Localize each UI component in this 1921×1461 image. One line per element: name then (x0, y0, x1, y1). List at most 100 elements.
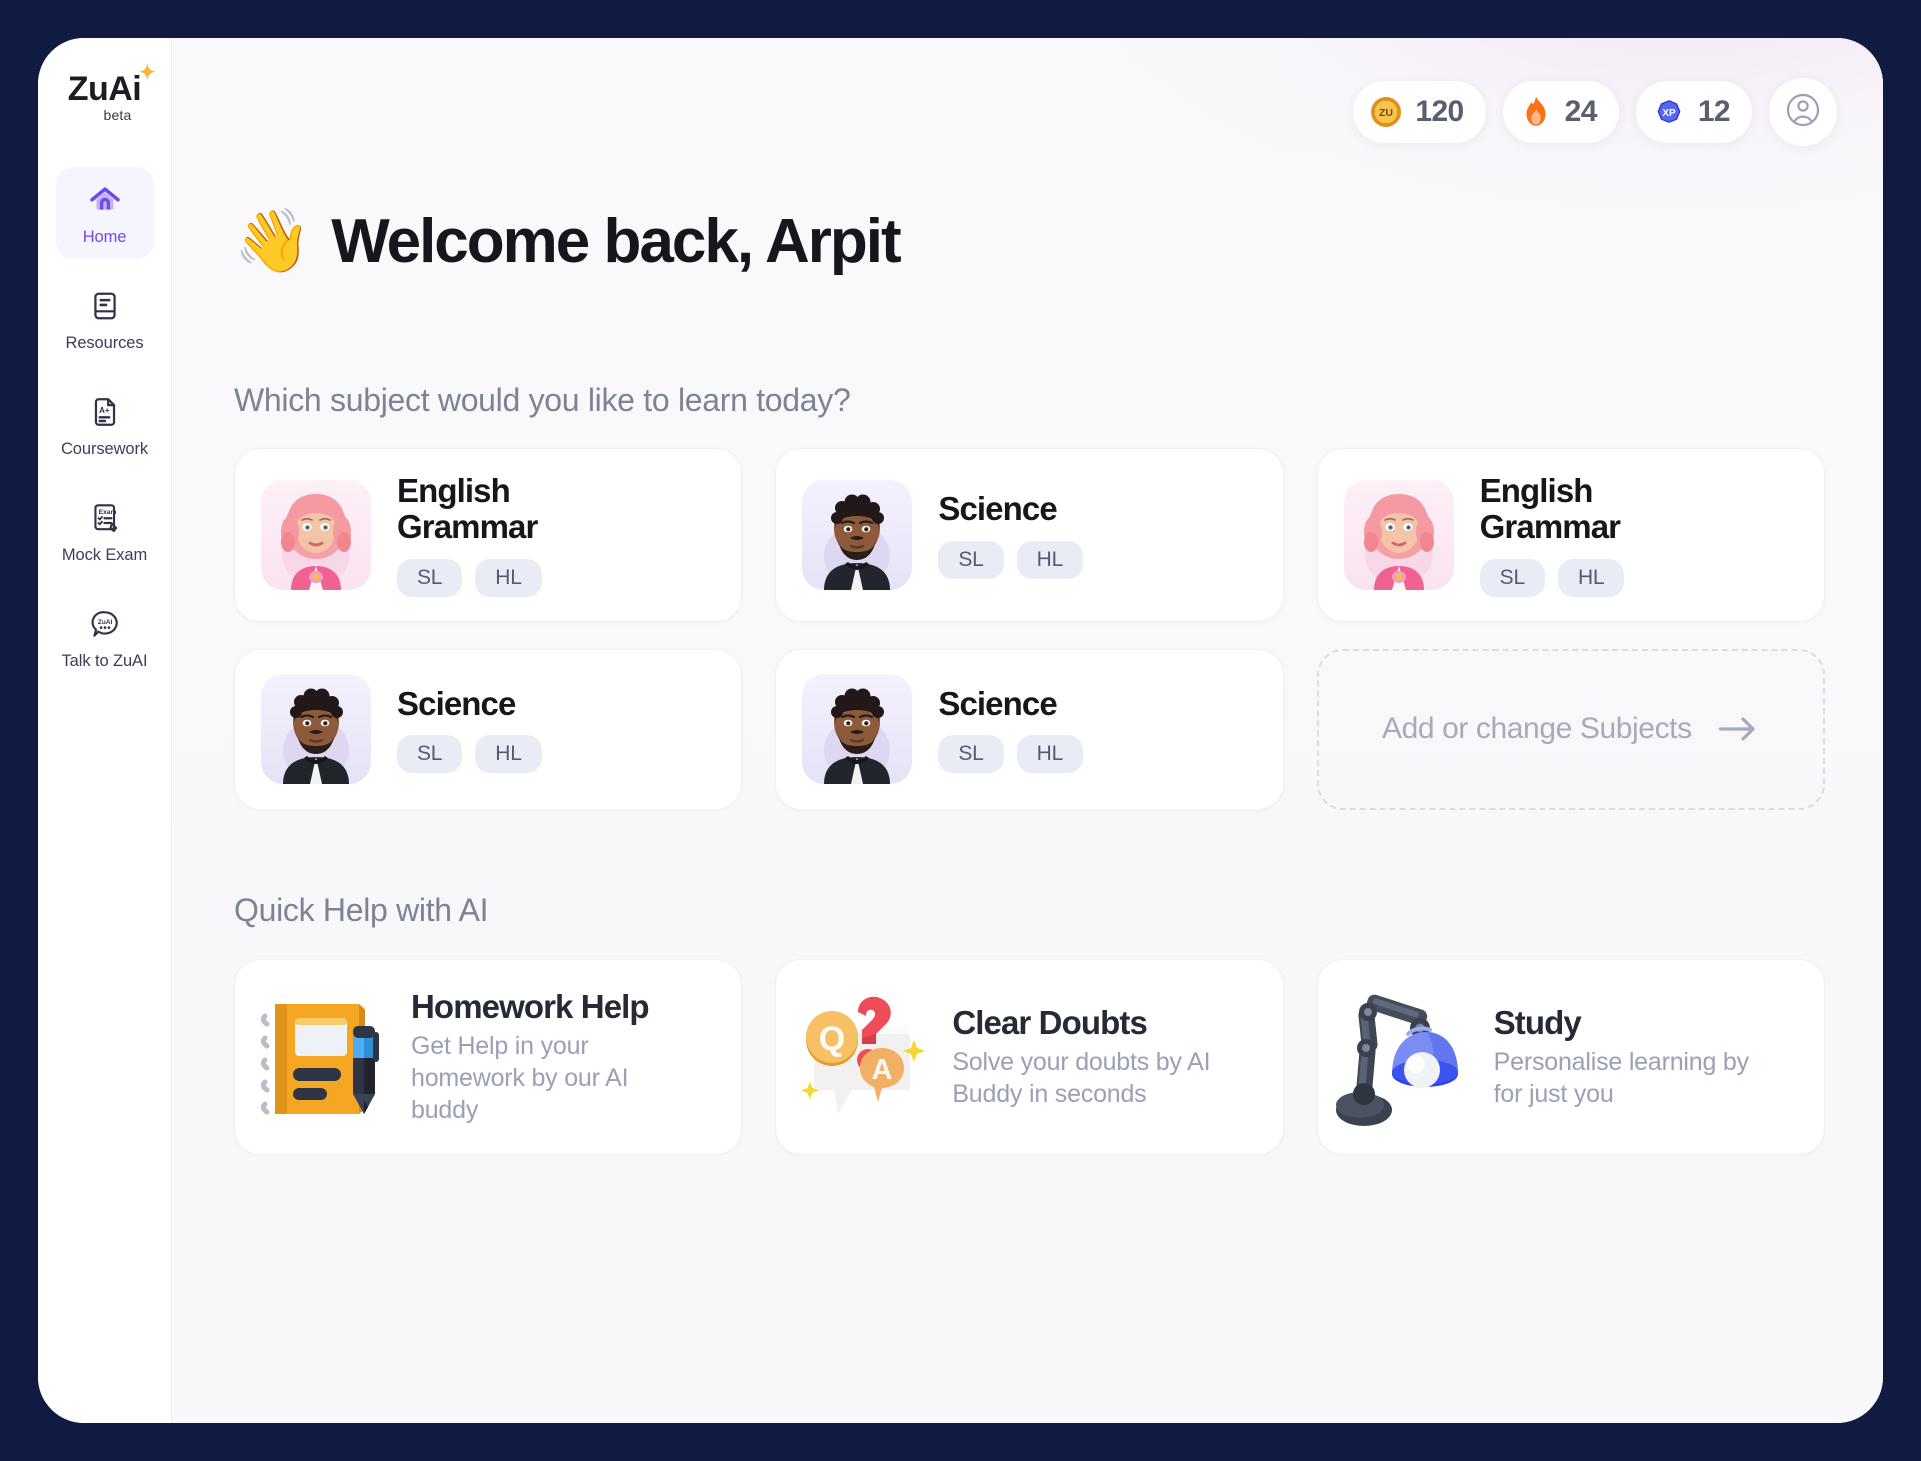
xp-value: 12 (1697, 95, 1731, 128)
qa-speech-bubbles-art: Q A (788, 982, 938, 1132)
book-icon (86, 287, 124, 325)
subject-card[interactable]: Science SL HL (775, 448, 1284, 622)
zu-coins-stat[interactable]: ZU 120 (1353, 81, 1486, 143)
sparkle-icon: ✦ (139, 62, 156, 84)
sidebar-item-label: Coursework (60, 440, 149, 458)
level-pill-sl[interactable]: SL (938, 540, 1004, 579)
add-card-label: Add or change Subjects (1381, 712, 1692, 746)
subject-name: Science (397, 684, 516, 722)
zu-coins-value: 120 (1415, 95, 1464, 128)
level-pills: SL HL (397, 558, 637, 597)
flame-icon (1516, 92, 1556, 132)
quick-help-text: Clear Doubts Solve your doubts by AI Bud… (952, 1004, 1242, 1110)
subject-info: Science SL HL (397, 684, 542, 773)
quick-help-title: Homework Help (411, 987, 650, 1025)
subject-name: Science (938, 684, 1057, 722)
level-pills: SL HL (397, 734, 542, 773)
subjects-grid: English Grammar SL HL Science SL HL Engl… (234, 448, 1825, 810)
quick-help-card-homework[interactable]: Homework Help Get Help in your homework … (234, 958, 743, 1155)
welcome-header: 👋 Welcome back, Arpit (234, 209, 1825, 274)
quick-help-description: Get Help in your homework by our AI budd… (411, 1031, 629, 1124)
sidebar: ZuAi ✦ beta Home Resources A+ Coursework… (38, 38, 172, 1423)
level-pill-hl[interactable]: HL (1016, 734, 1084, 773)
female-pink-hair-avatar (261, 479, 371, 590)
quick-help-description: Solve your doubts by AI Buddy in seconds (952, 1047, 1211, 1108)
level-pill-hl[interactable]: HL (475, 558, 542, 597)
topbar: ZU 120 24 XP 12 (1353, 78, 1837, 146)
quick-help-grid: Homework Help Get Help in your homework … (234, 958, 1825, 1155)
level-pill-sl[interactable]: SL (938, 734, 1004, 773)
subject-info: Science SL HL (938, 684, 1084, 773)
notebook-pen-art (247, 982, 397, 1132)
streak-value: 24 (1564, 95, 1598, 128)
profile-button[interactable] (1769, 78, 1837, 146)
sidebar-item-coursework[interactable]: A+ Coursework (56, 379, 154, 471)
waving-hand-icon: 👋 (234, 206, 312, 276)
female-pink-hair-avatar (1343, 479, 1454, 590)
sidebar-item-mock-exam[interactable]: Exam Mock Exam (56, 485, 154, 577)
male-beard-hoodie-avatar (261, 674, 371, 785)
sidebar-nav: Home Resources A+ Coursework Exam Mock E… (38, 167, 171, 697)
sidebar-item-label: Talk to ZuAI (61, 652, 148, 670)
quick-help-title: Study (1493, 1003, 1582, 1041)
level-pill-hl[interactable]: HL (475, 734, 542, 773)
chat-bubble-zuai-icon: ZuAI (86, 605, 124, 643)
subject-name: English Grammar (397, 472, 538, 546)
level-pill-sl[interactable]: SL (397, 558, 463, 597)
sidebar-item-label: Resources (65, 334, 144, 352)
svg-text:Q: Q (819, 1020, 845, 1058)
page-title: Welcome back, Arpit (331, 207, 901, 276)
zu-coin-icon: ZU (1366, 92, 1406, 132)
quick-help-description: Personalise learning by for just you (1493, 1047, 1749, 1108)
quick-help-card-clear-doubts[interactable]: Q A Clear Doubts Solve your doubts by AI… (775, 958, 1284, 1155)
xp-stat[interactable]: XP 12 (1635, 81, 1752, 143)
user-avatar-icon (1783, 90, 1823, 135)
svg-text:ZuAI: ZuAI (97, 619, 112, 626)
svg-text:A+: A+ (99, 406, 110, 415)
subject-info: English Grammar SL HL (397, 473, 637, 597)
subject-card[interactable]: Science SL HL (234, 648, 743, 810)
exam-paper-pencil-icon: Exam (86, 499, 124, 537)
quick-help-card-study[interactable]: Study Personalise learning by for just y… (1316, 958, 1825, 1155)
level-pill-hl[interactable]: HL (1016, 540, 1084, 579)
document-grade-icon: A+ (86, 393, 124, 431)
subject-card[interactable]: English Grammar SL HL (1316, 448, 1825, 622)
quick-help-section-heading: Quick Help with AI (234, 891, 489, 928)
level-pills: SL HL (1479, 558, 1720, 597)
app-window: ZuAi ✦ beta Home Resources A+ Coursework… (38, 38, 1883, 1423)
app-logo[interactable]: ZuAi ✦ beta (67, 63, 156, 123)
svg-text:A: A (872, 1054, 893, 1086)
logo-wordmark: ZuAi ✦ (67, 63, 156, 108)
logo-beta-label: beta (103, 107, 132, 123)
subject-card[interactable]: English Grammar SL HL (234, 448, 743, 622)
sidebar-item-resources[interactable]: Resources (56, 273, 154, 365)
page-content: 👋 Welcome back, Arpit Which subject woul… (172, 209, 1883, 1155)
desk-lamp-art (1330, 982, 1480, 1132)
level-pill-sl[interactable]: SL (397, 734, 463, 773)
sidebar-item-home[interactable]: Home (55, 167, 154, 259)
level-pill-sl[interactable]: SL (1479, 558, 1545, 597)
quick-help-title: Clear Doubts (952, 1003, 1147, 1041)
streak-stat[interactable]: 24 (1502, 81, 1619, 143)
svg-text:ZU: ZU (1379, 107, 1393, 119)
sidebar-item-label: Home (82, 228, 127, 246)
male-beard-hoodie-avatar (802, 674, 913, 785)
arrow-right-icon (1716, 714, 1760, 744)
logo-text: ZuAi (67, 70, 142, 108)
level-pills: SL HL (938, 734, 1084, 773)
svg-text:XP: XP (1662, 108, 1676, 119)
main-content: ZU 120 24 XP 12 👋 Welcome back, Arpit Wh… (172, 38, 1883, 1423)
subject-info: Science SL HL (938, 490, 1084, 579)
level-pills: SL HL (938, 540, 1084, 579)
level-pill-hl[interactable]: HL (1557, 558, 1625, 597)
quick-help-text: Study Personalise learning by for just y… (1494, 1004, 1784, 1110)
subject-info: English Grammar SL HL (1479, 472, 1720, 597)
home-icon (86, 181, 124, 219)
subject-card[interactable]: Science SL HL (775, 648, 1284, 810)
sidebar-item-label: Mock Exam (61, 546, 148, 564)
sidebar-item-talk-to-zuai[interactable]: ZuAI Talk to ZuAI (56, 591, 154, 683)
add-or-change-subjects-button[interactable]: Add or change Subjects (1316, 648, 1825, 810)
svg-text:Exam: Exam (98, 509, 116, 516)
xp-badge-icon: XP (1649, 92, 1689, 132)
subject-name: English Grammar (1479, 472, 1621, 546)
